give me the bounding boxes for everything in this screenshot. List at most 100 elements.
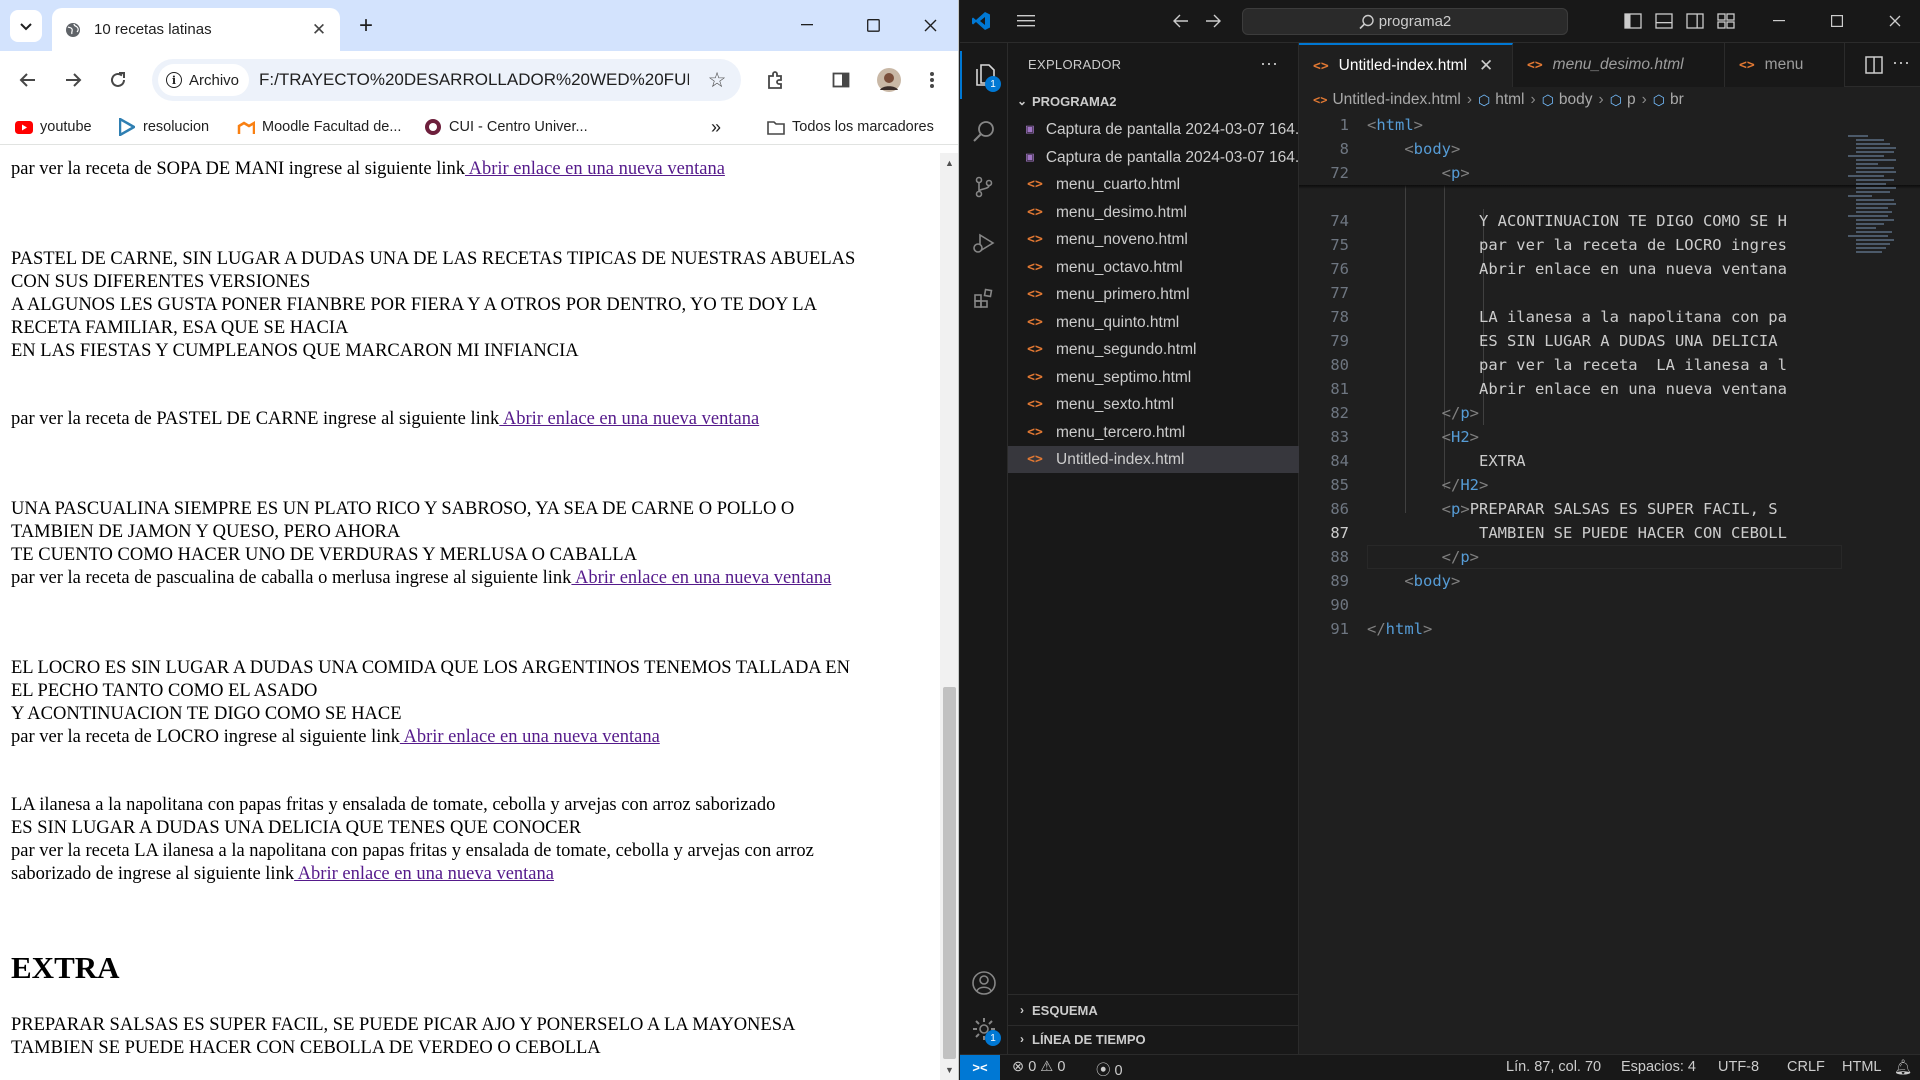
ports-indicator[interactable]: ⦿ 0: [1096, 1059, 1123, 1080]
vs-minimize-icon[interactable]: [1768, 10, 1790, 32]
toggle-secondary-sidebar-icon[interactable]: [1684, 10, 1706, 32]
line-endings[interactable]: CRLF: [1787, 1059, 1825, 1075]
code-line[interactable]: 89 <body>: [1299, 569, 1920, 593]
command-center-search[interactable]: programa2: [1242, 8, 1568, 35]
code-line[interactable]: 78 LA ilanesa a la napolitana con pa: [1299, 305, 1920, 329]
back-arrow-icon[interactable]: [1170, 10, 1192, 32]
all-bookmarks-button[interactable]: Todos los marcadores: [767, 115, 934, 139]
breadcrumb-item[interactable]: Untitled-index.html: [1332, 91, 1460, 109]
file-item[interactable]: <> menu_cuarto.html: [1008, 171, 1299, 198]
tab-search-button[interactable]: [10, 10, 42, 42]
menu-icon[interactable]: [1015, 10, 1037, 32]
close-icon[interactable]: ✕: [1479, 56, 1493, 76]
notifications-bell-icon[interactable]: 🔔︎: [1894, 1059, 1912, 1076]
sticky-code-line[interactable]: 72 <p>: [1299, 161, 1920, 185]
remote-indicator-icon[interactable]: ><: [960, 1054, 1000, 1080]
bookmark-moodle[interactable]: Moodle Facultad de...: [237, 115, 401, 139]
code-line[interactable]: 91 </html>: [1299, 617, 1920, 641]
timeline-section[interactable]: › LÍNEA DE TIEMPO: [1008, 1027, 1299, 1051]
milanesa-link[interactable]: Abrir enlace en una nueva ventana: [294, 864, 554, 884]
editor-more-actions-icon[interactable]: ···: [1892, 52, 1910, 73]
code-line[interactable]: 90: [1299, 593, 1920, 617]
file-item[interactable]: <> menu_sexto.html: [1008, 391, 1299, 418]
breadcrumb-item[interactable]: br: [1670, 91, 1684, 109]
code-line[interactable]: 76 Abrir enlace en una nueva ventana: [1299, 257, 1920, 281]
close-tab-icon[interactable]: ✕: [308, 19, 330, 41]
pastel-link[interactable]: Abrir enlace en una nueva ventana: [499, 409, 759, 429]
reload-button[interactable]: [102, 64, 134, 96]
editor-tab[interactable]: <> menu: [1725, 43, 1845, 87]
scroll-up-arrow-icon[interactable]: ▲: [944, 158, 955, 168]
vs-maximize-icon[interactable]: [1826, 10, 1848, 32]
forward-button[interactable]: [57, 64, 89, 96]
address-bar[interactable]: i Archivo F:/TRAYECTO%20DESARROLLADOR%20…: [152, 59, 741, 101]
file-item[interactable]: <> menu_noveno.html: [1008, 226, 1299, 253]
search-activity[interactable]: [960, 107, 1008, 155]
split-editor-icon[interactable]: [1864, 55, 1884, 75]
source-control-activity[interactable]: [960, 163, 1008, 211]
locro-link[interactable]: Abrir enlace en una nueva ventana: [400, 727, 659, 747]
bookmark-resolucion[interactable]: resolucion: [118, 115, 209, 139]
extensions-activity[interactable]: [960, 275, 1008, 323]
minimize-button[interactable]: [787, 8, 827, 42]
toggle-panel-icon[interactable]: [1653, 10, 1675, 32]
code-line[interactable]: 74 Y ACONTINUACION TE DIGO COMO SE H: [1299, 209, 1920, 233]
url-text[interactable]: F:/TRAYECTO%20DESARROLLADOR%20WED%20FULL…: [259, 70, 689, 90]
code-line[interactable]: 88 </p>: [1299, 545, 1920, 569]
manage-activity[interactable]: 1: [960, 1005, 1008, 1053]
bookmarks-overflow-button[interactable]: »: [711, 115, 721, 139]
code-line[interactable]: 83 <H2>: [1299, 425, 1920, 449]
customize-layout-icon[interactable]: [1715, 10, 1737, 32]
breadcrumb-item[interactable]: html: [1495, 91, 1524, 109]
side-panel-button[interactable]: [825, 64, 857, 96]
file-item[interactable]: <> menu_tercero.html: [1008, 419, 1299, 446]
sticky-code-line[interactable]: 1 <html>: [1299, 113, 1920, 137]
code-line[interactable]: 77: [1299, 281, 1920, 305]
forward-arrow-icon[interactable]: [1202, 10, 1224, 32]
more-actions-icon[interactable]: ···: [1260, 53, 1278, 74]
file-item[interactable]: <> menu_octavo.html: [1008, 254, 1299, 281]
code-line[interactable]: 87 TAMBIEN SE PUEDE HACER CON CEBOLL: [1299, 521, 1920, 545]
chrome-menu-button[interactable]: [916, 64, 948, 96]
code-line[interactable]: 75 par ver la receta de LOCRO ingres: [1299, 233, 1920, 257]
breadcrumb-item[interactable]: p: [1627, 91, 1636, 109]
toggle-primary-sidebar-icon[interactable]: [1622, 10, 1644, 32]
code-line[interactable]: 79 ES SIN LUGAR A DUDAS UNA DELICIA: [1299, 329, 1920, 353]
cursor-position[interactable]: Lín. 87, col. 70: [1506, 1059, 1601, 1075]
file-item[interactable]: ▣ Captura de pantalla 2024-03-07 164...: [1008, 144, 1299, 171]
close-window-button[interactable]: [910, 8, 950, 42]
page-scrollbar[interactable]: ▲ ▼: [940, 153, 958, 1080]
breadcrumb-item[interactable]: body: [1559, 91, 1593, 109]
minimap[interactable]: [1842, 113, 1920, 1043]
maximize-button[interactable]: [853, 8, 893, 42]
code-line[interactable]: 85 </H2>: [1299, 473, 1920, 497]
file-item[interactable]: <> menu_septimo.html: [1008, 364, 1299, 391]
bookmark-cui[interactable]: CUI - Centro Univer...: [424, 115, 588, 139]
editor-tab-active[interactable]: <> Untitled-index.html ✕: [1299, 43, 1513, 87]
indentation[interactable]: Espacios: 4: [1621, 1059, 1696, 1075]
sopa-link[interactable]: Abrir enlace en una nueva ventana: [465, 159, 725, 179]
new-tab-button[interactable]: +: [352, 12, 380, 40]
accounts-activity[interactable]: [960, 959, 1008, 1007]
code-editor[interactable]: 1 <html> 8 <body> 72 <p> 74 Y ACONTINUACION …: [1299, 113, 1920, 1043]
bookmark-star-icon[interactable]: ☆: [705, 68, 729, 92]
pascualina-link[interactable]: Abrir enlace en una nueva ventana: [571, 568, 831, 588]
sticky-code-line[interactable]: 8 <body>: [1299, 137, 1920, 161]
code-line[interactable]: 84 EXTRA: [1299, 449, 1920, 473]
code-line[interactable]: 80 par ver la receta LA ilanesa a l: [1299, 353, 1920, 377]
bookmark-youtube[interactable]: youtube: [15, 115, 92, 139]
vs-close-icon[interactable]: [1884, 10, 1906, 32]
encoding[interactable]: UTF-8: [1718, 1059, 1759, 1075]
scroll-thumb[interactable]: [943, 687, 956, 1059]
file-item[interactable]: <> menu_segundo.html: [1008, 336, 1299, 363]
file-item-selected[interactable]: <> Untitled-index.html: [1008, 446, 1299, 473]
back-button[interactable]: [12, 64, 44, 96]
file-item[interactable]: <> menu_quinto.html: [1008, 309, 1299, 336]
browser-tab[interactable]: 10 recetas latinas ✕: [52, 8, 340, 51]
language-mode[interactable]: HTML: [1842, 1059, 1881, 1075]
file-item[interactable]: <> menu_primero.html: [1008, 281, 1299, 308]
file-item[interactable]: <> menu_desimo.html: [1008, 199, 1299, 226]
explorer-activity[interactable]: 1: [960, 51, 1008, 99]
problems-indicator[interactable]: ⊗ 0 ⚠ 0: [1012, 1059, 1065, 1075]
editor-tab[interactable]: <> menu_desimo.html: [1513, 43, 1725, 87]
